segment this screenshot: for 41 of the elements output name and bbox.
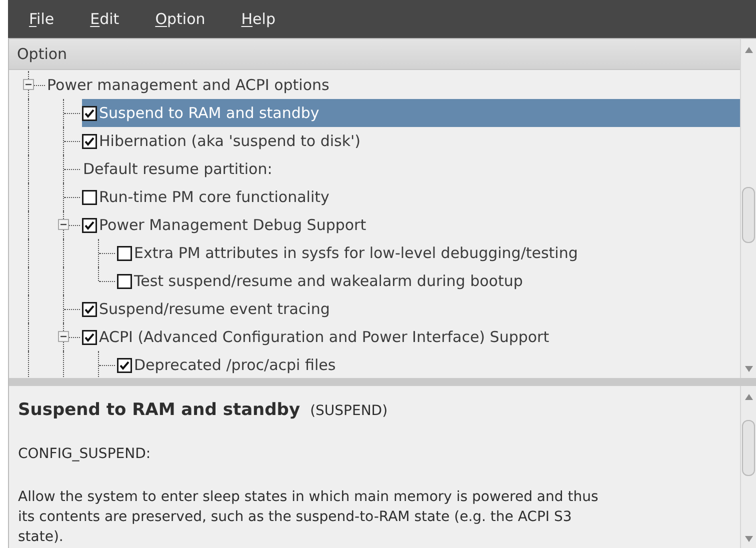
config-name: CONFIG_SUSPEND: — [18, 444, 151, 464]
splitter-handle[interactable] — [8, 378, 756, 386]
tree-item[interactable]: Suspend to RAM and standby — [82, 99, 740, 127]
scroll-down-icon[interactable] — [744, 536, 752, 542]
tree-item[interactable]: Deprecated /proc/acpi files — [117, 351, 740, 378]
checkbox[interactable] — [82, 190, 97, 204]
tree-item[interactable]: Default resume partition: — [82, 155, 740, 183]
scrollbar[interactable] — [740, 39, 756, 378]
scroll-up-icon[interactable] — [744, 47, 752, 53]
column-header[interactable]: Option — [9, 39, 740, 70]
collapse-icon[interactable] — [58, 219, 69, 230]
checkbox[interactable] — [117, 274, 132, 288]
checkbox[interactable] — [82, 218, 97, 232]
menu-item[interactable]: Edit — [83, 8, 126, 30]
scrollbar[interactable] — [740, 386, 756, 548]
tree-item[interactable]: ACPI (Advanced Configuration and Power Interface) Support — [82, 323, 740, 351]
tree-item[interactable]: Hibernation (aka 'suspend to disk') — [82, 127, 740, 155]
option-description: Allow the system to enter sleep states in which main memory is powered and thus its contents are preserved, such as the suspend-to-RAM state (e.g. the ACPI S3 state). — [18, 488, 600, 546]
tree-item[interactable]: Power management and ACPI options — [47, 71, 740, 99]
scroll-up-icon[interactable] — [744, 394, 752, 400]
checkbox[interactable] — [82, 134, 97, 148]
checkbox[interactable] — [82, 330, 97, 344]
scrollbar-thumb[interactable] — [742, 187, 755, 243]
checkbox[interactable] — [117, 246, 132, 260]
tree-item[interactable]: Run-time PM core functionality — [82, 183, 740, 211]
menu-item[interactable]: Help — [234, 8, 282, 30]
collapse-icon[interactable] — [23, 79, 34, 90]
option-title: Suspend to RAM and standby — [18, 399, 300, 422]
collapse-icon[interactable] — [58, 331, 69, 342]
tree-item[interactable]: Suspend/resume event tracing — [82, 295, 740, 323]
checkbox[interactable] — [82, 302, 97, 316]
scroll-down-icon[interactable] — [744, 366, 752, 372]
scrollbar-thumb[interactable] — [742, 420, 755, 476]
tree-item[interactable]: Extra PM attributes in sysfs for low-level debugging/testing — [117, 239, 740, 267]
tree-item[interactable]: Test suspend/resume and wakealarm during bootup — [117, 267, 740, 295]
option-symbol: (SUSPEND) — [310, 402, 388, 421]
menu-item[interactable]: File — [22, 8, 62, 30]
checkbox[interactable] — [82, 106, 97, 120]
tree-item[interactable]: Power Management Debug Support — [82, 211, 740, 239]
menu-item[interactable]: Option — [148, 8, 212, 30]
checkbox[interactable] — [117, 358, 132, 372]
